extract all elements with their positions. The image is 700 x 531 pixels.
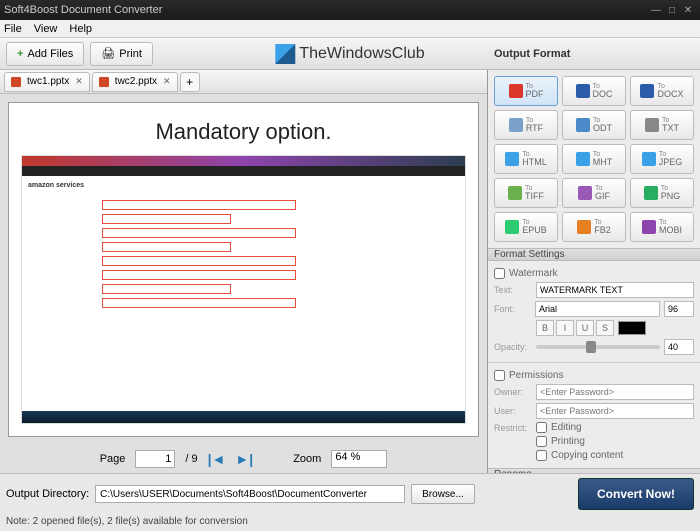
output-dir-label: Output Directory: [6, 488, 89, 500]
maximize-button[interactable]: □ [664, 5, 680, 16]
restrict-printing-checkbox[interactable] [536, 436, 547, 447]
file-icon [577, 220, 591, 234]
minimize-button[interactable]: — [648, 5, 664, 16]
file-icon [645, 118, 659, 132]
opacity-slider[interactable] [536, 345, 660, 349]
owner-password-input[interactable] [536, 384, 694, 400]
brand-logo-icon [275, 44, 295, 64]
format-doc[interactable]: ToDOC [562, 76, 626, 106]
toolbar: + Add Files 🖨 Print TheWindowsClub Outpu… [0, 38, 700, 70]
close-icon[interactable]: ✕ [75, 76, 83, 87]
add-files-button[interactable]: + Add Files [6, 42, 84, 66]
underline-button[interactable]: U [576, 320, 594, 336]
format-epub[interactable]: ToEPUB [494, 212, 558, 242]
file-icon [576, 118, 590, 132]
output-dir-input[interactable] [95, 485, 405, 503]
tab-file-0[interactable]: twc1.pptx ✕ [4, 72, 90, 92]
file-icon [505, 220, 519, 234]
menubar: File View Help [0, 20, 700, 38]
zoom-select[interactable]: 64 % [331, 450, 387, 468]
format-grid: ToPDFToDOCToDOCXToRTFToODTToTXTToHTMLToM… [488, 70, 700, 248]
print-button[interactable]: 🖨 Print [90, 42, 153, 66]
file-icon [509, 118, 523, 132]
powerpoint-icon [99, 77, 109, 87]
color-swatch[interactable] [618, 321, 646, 335]
page-label: Page [100, 453, 126, 465]
watermark-size-input[interactable] [664, 301, 694, 317]
document-preview: Mandatory option. amazon services [8, 102, 479, 437]
format-fb2[interactable]: ToFB2 [562, 212, 626, 242]
file-icon [642, 152, 656, 166]
format-png[interactable]: ToPNG [630, 178, 694, 208]
watermark-font-input[interactable] [535, 301, 660, 317]
page-input[interactable] [135, 450, 175, 468]
watermark-label: Watermark [509, 268, 558, 279]
watermark-text-input[interactable] [536, 282, 694, 298]
window-title: Soft4Boost Document Converter [4, 4, 162, 16]
user-password-input[interactable] [536, 403, 694, 419]
format-odt[interactable]: ToODT [562, 110, 626, 140]
status-note: Note: 2 opened file(s), 2 file(s) availa… [0, 514, 700, 531]
file-icon [576, 84, 590, 98]
powerpoint-icon [11, 77, 21, 87]
close-icon[interactable]: ✕ [163, 76, 171, 87]
convert-button[interactable]: Convert Now! [578, 478, 694, 510]
strike-button[interactable]: S [596, 320, 614, 336]
file-icon [576, 152, 590, 166]
watermark-checkbox[interactable] [494, 268, 505, 279]
plus-icon: + [17, 48, 23, 60]
zoom-label: Zoom [293, 453, 321, 465]
format-settings-header: Format Settings [488, 248, 700, 261]
permissions-checkbox[interactable] [494, 370, 505, 381]
output-format-header: Output Format [494, 48, 694, 60]
file-icon [505, 152, 519, 166]
bottom-bar: Output Directory: Browse... Convert Now! [0, 473, 700, 514]
file-icon [509, 84, 523, 98]
file-icon [508, 186, 522, 200]
titlebar: Soft4Boost Document Converter — □ ✕ [0, 0, 700, 20]
restrict-copying-checkbox[interactable] [536, 450, 547, 461]
brand: TheWindowsClub [275, 44, 424, 64]
close-button[interactable]: ✕ [680, 5, 696, 16]
italic-button[interactable]: I [556, 320, 574, 336]
first-page-button[interactable]: |◄ [208, 451, 226, 467]
format-docx[interactable]: ToDOCX [630, 76, 694, 106]
format-html[interactable]: ToHTML [494, 144, 558, 174]
printer-icon: 🖨 [101, 47, 115, 60]
menu-help[interactable]: Help [69, 23, 92, 35]
next-page-button[interactable]: ►| [235, 451, 253, 467]
file-tabs: twc1.pptx ✕ twc2.pptx ✕ + [0, 70, 487, 94]
pager: Page / 9 |◄ ►| Zoom 64 % [0, 445, 487, 473]
bold-button[interactable]: B [536, 320, 554, 336]
format-mht[interactable]: ToMHT [562, 144, 626, 174]
browse-button[interactable]: Browse... [411, 484, 475, 504]
file-icon [642, 220, 656, 234]
restrict-editing-checkbox[interactable] [536, 422, 547, 433]
format-tiff[interactable]: ToTIFF [494, 178, 558, 208]
file-icon [644, 186, 658, 200]
file-icon [640, 84, 654, 98]
menu-view[interactable]: View [34, 23, 58, 35]
format-txt[interactable]: ToTXT [630, 110, 694, 140]
format-mobi[interactable]: ToMOBI [630, 212, 694, 242]
slide-title: Mandatory option. [9, 103, 478, 155]
format-gif[interactable]: ToGIF [562, 178, 626, 208]
format-rtf[interactable]: ToRTF [494, 110, 558, 140]
format-jpeg[interactable]: ToJPEG [630, 144, 694, 174]
format-pdf[interactable]: ToPDF [494, 76, 558, 106]
opacity-value-input[interactable] [664, 339, 694, 355]
permissions-label: Permissions [509, 370, 563, 381]
tab-file-1[interactable]: twc2.pptx ✕ [92, 72, 178, 92]
slide-body: amazon services [21, 155, 466, 424]
add-tab-button[interactable]: + [180, 72, 200, 92]
menu-file[interactable]: File [4, 23, 22, 35]
file-icon [578, 186, 592, 200]
page-total: / 9 [185, 453, 197, 465]
